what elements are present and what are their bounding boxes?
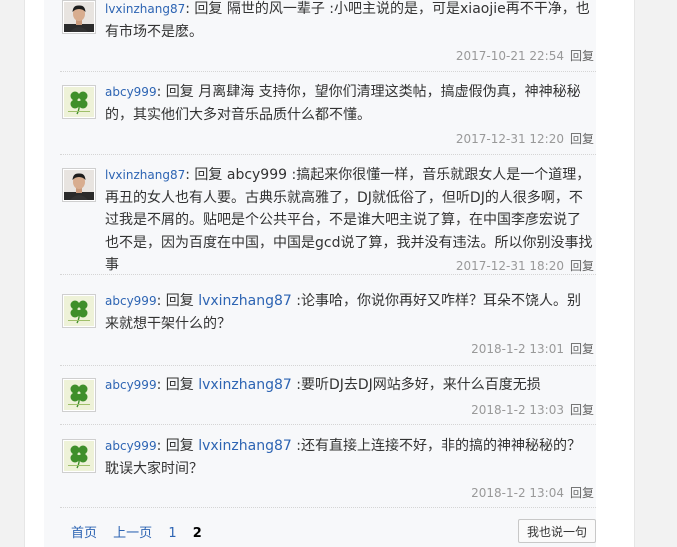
reply-prefix: : 回复: [156, 293, 199, 309]
reply-target[interactable]: lvxinzhang87: [198, 438, 292, 454]
man-avatar-icon: [64, 2, 94, 32]
reply-item: abcy999: 回复 lvxinzhang87 :还有直接上连接不好，非的搞的…: [60, 437, 596, 508]
say-something-button[interactable]: 我也说一句: [518, 519, 596, 543]
reply-timestamp: 2017-10-21 22:54: [455, 49, 564, 63]
reply-content: abcy999: 回复 月离肆海 支持你，望你们清理这类帖，搞虚假伪真，神神秘秘…: [105, 81, 593, 126]
first-page-link[interactable]: 首页: [71, 526, 97, 541]
reply-button[interactable]: 回复: [570, 259, 594, 273]
reply-button[interactable]: 回复: [570, 342, 594, 356]
page-link-2-current: 2: [192, 526, 202, 541]
reply-timestamp: 2018-1-2 13:04: [471, 486, 564, 500]
clover-avatar[interactable]: [62, 378, 96, 412]
reply-prefix: : 回复: [185, 1, 227, 17]
pagination: 首页 上一页 1 2: [71, 522, 214, 541]
reply-button[interactable]: 回复: [570, 403, 594, 417]
reply-content: lvxinzhang87: 回复 隔世的风一辈子 :小吧主说的是，可是xiaoj…: [105, 0, 593, 43]
reply-prefix: : 回复: [156, 377, 199, 393]
username-link[interactable]: abcy999: [105, 378, 157, 392]
reply-meta: 2018-1-2 13:01 回复: [471, 340, 594, 357]
reply-timestamp: 2018-1-2 13:03: [471, 403, 564, 417]
reply-target: 隔世的风一辈子: [226, 1, 325, 17]
clover-avatar-icon: [64, 87, 94, 117]
clover-avatar[interactable]: [62, 439, 96, 473]
reply-button[interactable]: 回复: [570, 132, 594, 146]
username-link[interactable]: abcy999: [105, 439, 157, 453]
reply-prefix: : 回复: [156, 84, 199, 100]
reply-prefix: : 回复: [185, 167, 227, 183]
clover-avatar-icon: [64, 441, 94, 471]
reply-prefix: : 回复: [156, 438, 199, 454]
reply-content: abcy999: 回复 lvxinzhang87 :论事哈，你说你再好又咋样？耳…: [105, 290, 593, 335]
reply-text: :要听DJ去DJ网站多好，来什么百度无损: [291, 377, 541, 393]
reply-meta: 2017-10-21 22:54 回复: [456, 47, 594, 64]
reply-item: lvxinzhang87: 回复 abcy999 :搞起来你很懂一样，音乐就跟女…: [60, 166, 596, 275]
reply-meta: 2018-1-2 13:04 回复: [471, 484, 594, 501]
reply-target: 月离肆海: [198, 84, 255, 100]
username-link[interactable]: lvxinzhang87: [105, 2, 185, 16]
username-link[interactable]: lvxinzhang87: [105, 168, 185, 182]
username-link[interactable]: abcy999: [105, 85, 157, 99]
prev-page-link[interactable]: 上一页: [113, 526, 152, 541]
man-avatar[interactable]: [62, 168, 96, 202]
reply-meta: 2018-1-2 13:03 回复: [471, 401, 594, 418]
reply-target[interactable]: lvxinzhang87: [198, 293, 292, 309]
clover-avatar[interactable]: [62, 85, 96, 119]
reply-button[interactable]: 回复: [570, 49, 594, 63]
reply-button[interactable]: 回复: [570, 486, 594, 500]
man-avatar-icon: [64, 170, 94, 200]
reply-item: abcy999: 回复 lvxinzhang87 :论事哈，你说你再好又咋样？耳…: [60, 292, 596, 366]
username-link[interactable]: abcy999: [105, 294, 157, 308]
reply-item: lvxinzhang87: 回复 隔世的风一辈子 :小吧主说的是，可是xiaoj…: [60, 0, 596, 72]
reply-timestamp: 2017-12-31 12:20: [455, 132, 564, 146]
page-link-1[interactable]: 1: [168, 526, 176, 541]
man-avatar[interactable]: [62, 0, 96, 34]
reply-item: abcy999: 回复 月离肆海 支持你，望你们清理这类帖，搞虚假伪真，神神秘秘…: [60, 83, 596, 155]
reply-target: abcy999: [226, 167, 288, 183]
reply-target[interactable]: lvxinzhang87: [198, 377, 292, 393]
reply-timestamp: 2017-12-31 18:20: [455, 259, 564, 273]
reply-content: abcy999: 回复 lvxinzhang87 :还有直接上连接不好，非的搞的…: [105, 435, 593, 480]
clover-avatar[interactable]: [62, 294, 96, 328]
reply-meta: 2017-12-31 18:20 回复: [456, 257, 594, 274]
clover-avatar-icon: [64, 380, 94, 410]
reply-content: abcy999: 回复 lvxinzhang87 :要听DJ去DJ网站多好，来什…: [105, 374, 593, 397]
reply-item: abcy999: 回复 lvxinzhang87 :要听DJ去DJ网站多好，来什…: [60, 376, 596, 425]
reply-timestamp: 2018-1-2 13:01: [471, 342, 564, 356]
reply-meta: 2017-12-31 12:20 回复: [456, 130, 594, 147]
clover-avatar-icon: [64, 296, 94, 326]
